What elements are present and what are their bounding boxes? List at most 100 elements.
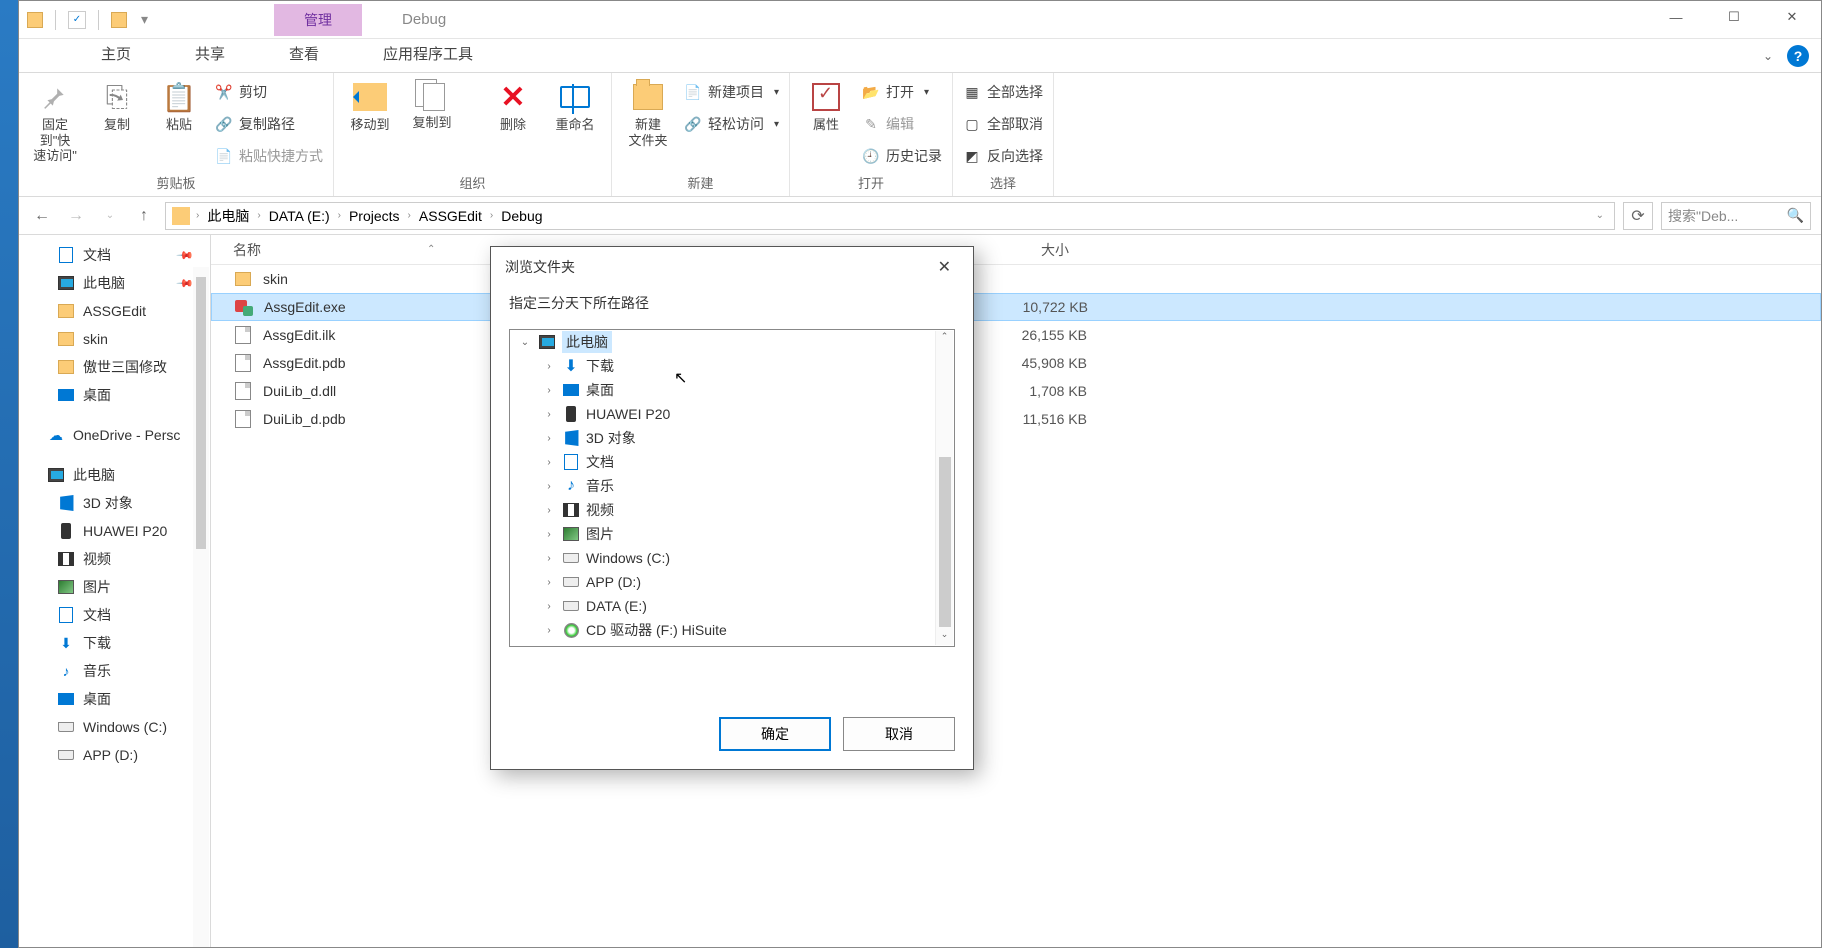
nav-item-3d-objects[interactable]: 3D 对象	[19, 489, 210, 517]
refresh-button[interactable]: ⟳	[1623, 202, 1653, 230]
nav-recent-dropdown[interactable]: ⌄	[97, 203, 123, 229]
column-name[interactable]: 名称	[233, 240, 261, 260]
dialog-titlebar[interactable]: 浏览文件夹 ✕	[491, 247, 973, 287]
nav-item-pictures[interactable]: 图片	[19, 573, 210, 601]
pin-to-quick-access-button[interactable]: 固定到"快 速访问"	[29, 77, 81, 164]
scroll-down-icon[interactable]: ⌄	[936, 629, 953, 645]
chevron-right-icon[interactable]: ›	[542, 409, 556, 420]
search-box[interactable]: 搜索"Deb... 🔍	[1661, 202, 1811, 230]
chevron-right-icon[interactable]: ›	[542, 601, 556, 612]
nav-item-music[interactable]: ♪音乐	[19, 657, 210, 685]
nav-item-drive-c[interactable]: Windows (C:)	[19, 713, 210, 741]
tree-label[interactable]: HUAWEI P20	[586, 406, 670, 422]
maximize-button[interactable]: ☐	[1705, 1, 1763, 33]
tree-label[interactable]: Windows (C:)	[586, 550, 670, 566]
paste-button[interactable]: 📋 粘贴	[153, 77, 205, 133]
breadcrumb-item[interactable]: DATA (E:)	[267, 208, 332, 224]
column-headers[interactable]: 名称⌃ 大小	[211, 235, 1821, 265]
invert-selection-button[interactable]: ◩反向选择	[963, 143, 1043, 169]
tree-item[interactable]: ›文档	[510, 450, 954, 474]
tree-label[interactable]: 此电脑	[562, 331, 612, 353]
chevron-right-icon[interactable]: ›	[192, 210, 203, 221]
chevron-right-icon[interactable]: ›	[542, 553, 556, 564]
tree-label[interactable]: 3D 对象	[586, 428, 636, 448]
column-size[interactable]: 大小	[981, 240, 1081, 260]
chevron-right-icon[interactable]: ›	[334, 210, 345, 221]
chevron-right-icon[interactable]: ›	[542, 505, 556, 516]
breadcrumb[interactable]: › 此电脑 › DATA (E:) › Projects › ASSGEdit …	[165, 202, 1615, 230]
chevron-right-icon[interactable]: ›	[486, 210, 497, 221]
cancel-button[interactable]: 取消	[843, 717, 955, 751]
chevron-right-icon[interactable]: ›	[542, 625, 556, 636]
breadcrumb-item[interactable]: 此电脑	[205, 206, 251, 226]
chevron-right-icon[interactable]: ›	[542, 433, 556, 444]
tree-item[interactable]: › 3D 对象	[510, 426, 954, 450]
paste-shortcut-button[interactable]: 📄粘贴快捷方式	[215, 143, 323, 169]
delete-button[interactable]: ✕ 删除	[487, 77, 539, 133]
history-button[interactable]: 🕘历史记录	[862, 143, 942, 169]
qat-checkbox-icon[interactable]: ✓	[68, 11, 86, 29]
copy-button[interactable]: ⎘ 复制	[91, 77, 143, 133]
ribbon-collapse-icon[interactable]: ⌄	[1763, 49, 1773, 63]
chevron-right-icon[interactable]: ›	[404, 210, 415, 221]
nav-item-drive-d[interactable]: APP (D:)	[19, 741, 210, 769]
easy-access-button[interactable]: 🔗轻松访问▾	[684, 111, 779, 137]
tree-label[interactable]: 图片	[586, 524, 614, 544]
tree-label[interactable]: CD 驱动器 (F:) HiSuite	[586, 620, 727, 640]
scrollbar-thumb[interactable]	[939, 457, 951, 627]
tree-item-root[interactable]: ⌄ 此电脑	[510, 330, 954, 354]
close-button[interactable]: ✕	[1763, 1, 1821, 33]
file-row[interactable]: DuiLib_d.pdb11,516 KB	[211, 405, 1821, 433]
nav-item-documents2[interactable]: 文档	[19, 601, 210, 629]
help-icon[interactable]: ?	[1787, 45, 1809, 67]
chevron-down-icon[interactable]: ⌄	[518, 337, 532, 348]
copy-to-button[interactable]: 复制到	[406, 77, 458, 131]
qat-dropdown-icon[interactable]: ▾	[135, 11, 154, 28]
nav-item-onedrive[interactable]: ☁OneDrive - Persc	[19, 421, 210, 449]
nav-item-desktop[interactable]: 桌面	[19, 381, 210, 409]
rename-button[interactable]: 重命名	[549, 77, 601, 133]
tree-item[interactable]: › 图片	[510, 522, 954, 546]
tree-item[interactable]: ›视频	[510, 498, 954, 522]
tree-item[interactable]: › DATA (E:)	[510, 594, 954, 618]
breadcrumb-item[interactable]: ASSGEdit	[417, 208, 484, 224]
copy-path-button[interactable]: 🔗复制路径	[215, 111, 323, 137]
nav-item-folder[interactable]: skin	[19, 325, 210, 353]
chevron-right-icon[interactable]: ›	[253, 210, 264, 221]
file-row[interactable]: DuiLib_d.dll1,708 KB	[211, 377, 1821, 405]
chevron-right-icon[interactable]: ›	[542, 529, 556, 540]
tree-item[interactable]: › Windows (C:)	[510, 546, 954, 570]
file-row[interactable]: skin	[211, 265, 1821, 293]
nav-up-button[interactable]: ↑	[131, 203, 157, 229]
file-row[interactable]: AssgEdit.ilk26,155 KB	[211, 321, 1821, 349]
tree-label[interactable]: 桌面	[586, 380, 614, 400]
tree-label[interactable]: DATA (E:)	[586, 598, 647, 614]
open-button[interactable]: 📂打开▾	[862, 79, 942, 105]
breadcrumb-item[interactable]: Debug	[499, 208, 544, 224]
ok-button[interactable]: 确定	[719, 717, 831, 751]
chevron-right-icon[interactable]: ›	[542, 481, 556, 492]
tree-label[interactable]: 文档	[586, 452, 614, 472]
dialog-close-button[interactable]: ✕	[930, 253, 959, 281]
minimize-button[interactable]: —	[1647, 1, 1705, 33]
tree-label[interactable]: APP (D:)	[586, 574, 641, 590]
tree-item[interactable]: ›APP (D:)	[510, 570, 954, 594]
tree-label[interactable]: 音乐	[586, 476, 614, 496]
nav-item-this-pc-header[interactable]: 此电脑	[19, 461, 210, 489]
chevron-right-icon[interactable]: ›	[542, 361, 556, 372]
nav-item-folder[interactable]: 傲世三国修改	[19, 353, 210, 381]
nav-item-downloads[interactable]: ⬇下载	[19, 629, 210, 657]
address-dropdown-icon[interactable]: ⌄	[1592, 210, 1608, 221]
scrollbar[interactable]: ⌃ ⌄	[935, 331, 953, 645]
contextual-tab-manage[interactable]: 管理	[274, 4, 362, 36]
folder-tree[interactable]: ⌄ 此电脑 ›⬇下载›桌面›HUAWEI P20›3D 对象›文档›♪音乐›视频…	[509, 329, 955, 647]
tree-item[interactable]: ›⬇下载	[510, 354, 954, 378]
scrollbar[interactable]	[193, 267, 209, 947]
file-row[interactable]: AssgEdit.exe10,722 KB	[211, 293, 1821, 321]
file-row[interactable]: AssgEdit.pdb45,908 KB	[211, 349, 1821, 377]
select-none-button[interactable]: ▢全部取消	[963, 111, 1043, 137]
chevron-right-icon[interactable]: ›	[542, 385, 556, 396]
tree-label[interactable]: 下载	[586, 356, 614, 376]
tree-item[interactable]: › HUAWEI P20	[510, 402, 954, 426]
tab-share[interactable]: 共享	[193, 35, 227, 72]
